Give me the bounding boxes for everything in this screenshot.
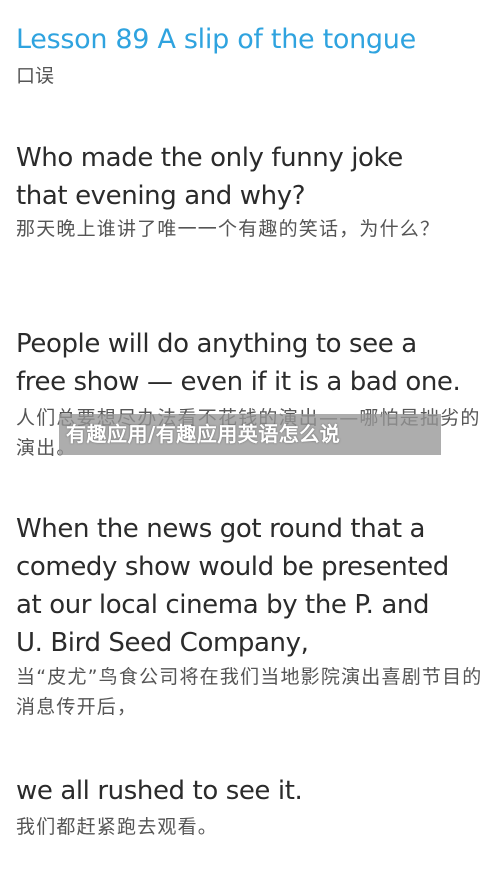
english-line: Who made the only funny joke	[16, 143, 403, 173]
english-sentence: People will do anything to see a free sh…	[16, 325, 461, 401]
english-sentence: we all rushed to see it.	[16, 772, 303, 810]
english-line: we all rushed to see it.	[16, 776, 303, 806]
english-sentence: Who made the only funny joke that evenin…	[16, 139, 403, 215]
english-line: at our local cinema by the P. and	[16, 590, 430, 620]
chinese-translation: 当“皮尤”鸟食公司将在我们当地影院演出喜剧节目的消息传开后，	[16, 666, 483, 718]
english-sentence: When the news got round that a comedy sh…	[16, 510, 449, 662]
lesson-subtitle: 口误	[16, 65, 55, 87]
english-line: that evening and why?	[16, 181, 306, 211]
watermark-text: 有趣应用/有趣应用英语怎么说	[66, 422, 341, 446]
chinese-translation: 我们都赶紧跑去观看。	[16, 816, 219, 838]
english-line: comedy show would be presented	[16, 552, 449, 582]
english-line: U. Bird Seed Company,	[16, 628, 309, 658]
english-line: free show — even if it is a bad one.	[16, 367, 461, 397]
lesson-page: Lesson 89 A slip of the tongue 口误 Who ma…	[0, 0, 500, 869]
english-line: When the news got round that a	[16, 514, 426, 544]
lesson-title: Lesson 89 A slip of the tongue	[16, 24, 416, 55]
chinese-translation: 那天晚上谁讲了唯一一个有趣的笑话，为什么？	[16, 218, 441, 240]
english-line: People will do anything to see a	[16, 329, 417, 359]
